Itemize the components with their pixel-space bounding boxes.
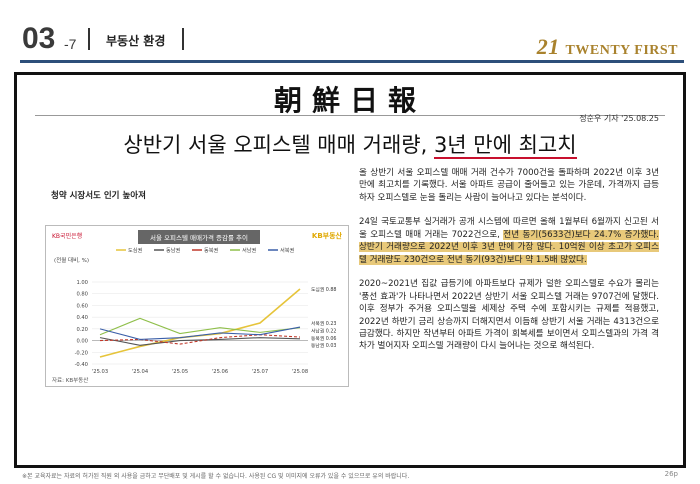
article-paragraph: 2020~2021년 집값 급등기에 아파트보다 규제가 덜한 오피스텔로 수요… [359, 279, 659, 352]
page-header: 03 -7 부동산 환경 21 TWENTY FIRST [0, 0, 700, 64]
section-number: 03 [22, 22, 56, 55]
y-tick-label: 0.20 [76, 327, 88, 333]
y-tick-label: -0.40 [75, 362, 88, 368]
legend-label: 서남권 [242, 246, 257, 254]
section-title: 부동산 환경 [106, 34, 166, 48]
y-tick-label: 0.00 [76, 339, 88, 345]
x-tick-label: '25.03 [92, 369, 108, 375]
byline: 정순우 기자 '25.08.25 [579, 114, 659, 123]
newspaper-clipping: 朝鮮日報 정순우 기자 '25.08.25 상반기 서울 오피스텔 매매 거래량… [14, 72, 686, 468]
section-sub-number: -7 [64, 36, 77, 52]
chart-svg: KB국민은행 서울 오피스텔 매매가격 증감률 추이 KB부동산 (전월 대비, %)… [52, 230, 343, 384]
chart-source-left: KB국민은행 [52, 232, 82, 240]
y-tick-label: -0.20 [75, 350, 88, 356]
y-tick-label: 0.80 [76, 292, 88, 298]
header-divider [182, 28, 184, 50]
legend-label: 서북권 [280, 246, 295, 254]
logo-mark: 21 [536, 34, 560, 59]
data-label: 서남권 0.22 [311, 328, 336, 335]
data-label: 동남권 0.03 [311, 342, 336, 349]
series-line [99, 337, 301, 346]
header-divider [88, 28, 90, 50]
article-paragraph: 올 상반기 서울 오피스텔 매매 거래 건수가 7000건을 돌파하며 2022… [359, 168, 659, 203]
x-tick-label: '25.06 [212, 369, 228, 375]
headline-text: 상반기 서울 오피스텔 매매 거래량, [123, 133, 434, 157]
legend-label: 도심권 [128, 246, 143, 254]
x-tick-label: '25.04 [132, 369, 149, 375]
header-rule [20, 60, 684, 63]
data-label: 도심권 0.88 [311, 286, 336, 293]
chart-footnote: 자료: KB부동산 [52, 376, 88, 384]
data-label: 동북권 0.06 [311, 335, 336, 342]
chart-source-right: KB부동산 [312, 231, 343, 240]
x-tick-label: '25.08 [292, 369, 308, 375]
x-tick-label: '25.05 [172, 369, 188, 375]
x-tick-label: '25.07 [252, 369, 268, 375]
price-change-chart: KB국민은행 서울 오피스텔 매매가격 증감률 추이 KB부동산 (전월 대비, %)… [45, 225, 349, 387]
y-tick-label: 0.60 [76, 303, 88, 309]
y-axis-label: (전월 대비, %) [54, 256, 89, 264]
disclaimer: ※본 교육자료는 자료의 허가된 직원 외 사용을 금하고 무단배포 및 게시를… [22, 473, 410, 480]
headline-highlight: 3년 만에 최고치 [433, 133, 577, 159]
masthead-rule [35, 115, 665, 116]
data-label: 서북권 0.23 [311, 320, 336, 327]
article-body: 올 상반기 서울 오피스텔 매매 거래 건수가 7000건을 돌파하며 2022… [359, 167, 659, 365]
article-subhead: 청약 시장서도 인기 높아져 [51, 191, 146, 201]
article-headline: 상반기 서울 오피스텔 매매 거래량, 3년 만에 최고치 [17, 129, 683, 159]
brand-logo: 21 TWENTY FIRST [537, 34, 678, 60]
legend-label: 동북권 [204, 246, 219, 254]
logo-text: TWENTY FIRST [565, 43, 678, 58]
article-paragraph: 24일 국토교통부 실거래가 공개 시스템에 따르면 올해 1월부터 6월까지 … [359, 216, 659, 266]
page-number: 26p [664, 470, 678, 478]
y-tick-label: 0.40 [76, 315, 88, 321]
y-tick-label: 1.00 [76, 280, 88, 286]
legend-label: 동남권 [166, 246, 181, 254]
chart-title: 서울 오피스텔 매매가격 증감률 추이 [150, 233, 248, 242]
